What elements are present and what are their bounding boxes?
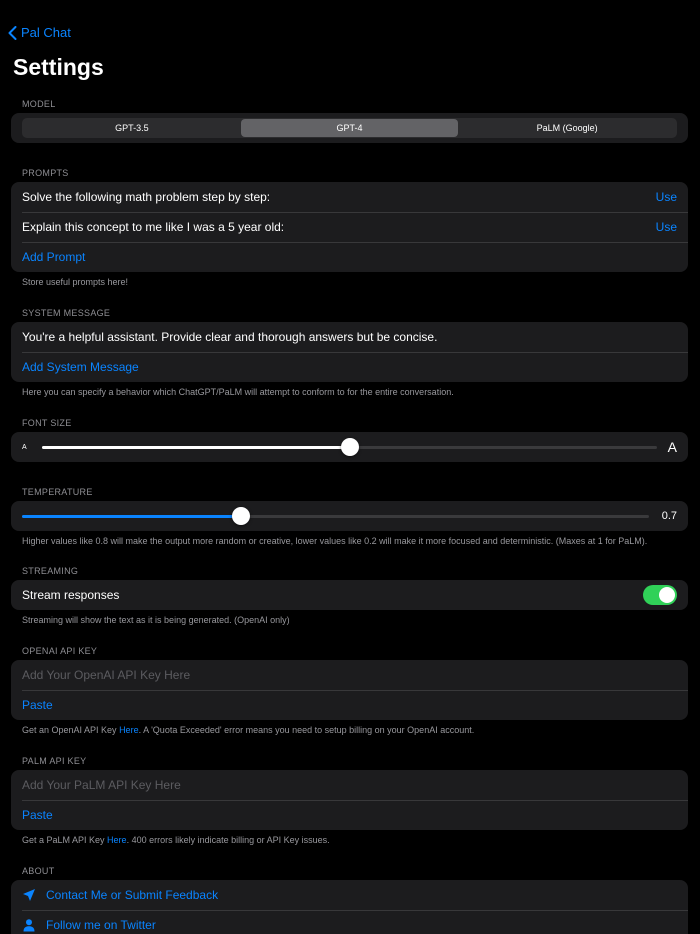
- font-size-slider[interactable]: [42, 438, 657, 456]
- settings-page: Pal Chat Settings MODEL GPT-3.5 GPT-4 Pa…: [0, 0, 700, 934]
- toggle-knob: [659, 587, 675, 603]
- palm-footer-text-end: . 400 errors likely indicate billing or …: [126, 835, 330, 845]
- temperature-group: 0.7: [11, 501, 688, 531]
- prompt-row: Explain this concept to me like I was a …: [11, 212, 688, 242]
- temperature-slider-thumb[interactable]: [232, 507, 251, 525]
- openai-key-field[interactable]: Add Your OpenAI API Key Here: [11, 660, 688, 690]
- back-button[interactable]: Pal Chat: [8, 25, 71, 40]
- prompts-footer: Store useful prompts here!: [22, 277, 129, 287]
- chevron-left-icon: [8, 25, 17, 40]
- palm-paste-button[interactable]: Paste: [22, 808, 677, 822]
- palm-key-group: Add Your PaLM API Key Here Paste: [11, 770, 688, 830]
- openai-footer-text: Get an OpenAI API Key: [22, 725, 120, 735]
- openai-key-link[interactable]: Here: [119, 725, 139, 735]
- palm-key-footer: Get a PaLM API Key Here. 400 errors like…: [22, 835, 330, 845]
- prompt-text: Solve the following math problem step by…: [22, 190, 271, 204]
- use-prompt-button[interactable]: Use: [656, 220, 677, 234]
- contact-feedback-link[interactable]: Contact Me or Submit Feedback: [46, 888, 677, 902]
- palm-key-field[interactable]: Add Your PaLM API Key Here: [11, 770, 688, 800]
- temperature-slider-fill: [22, 514, 242, 518]
- stream-responses-label: Stream responses: [22, 588, 120, 602]
- system-message-section-label: SYSTEM MESSAGE: [22, 308, 111, 318]
- twitter-row[interactable]: Follow me on Twitter: [11, 910, 688, 934]
- font-size-slider-fill: [42, 445, 350, 449]
- streaming-section-label: STREAMING: [22, 566, 79, 576]
- palm-key-link[interactable]: Here: [107, 835, 127, 845]
- add-prompt-button[interactable]: Add Prompt: [22, 250, 677, 264]
- streaming-group: Stream responses: [11, 580, 688, 610]
- prompts-section-label: PROMPTS: [22, 168, 69, 178]
- font-size-section-label: FONT SIZE: [22, 418, 72, 428]
- temperature-value: 0.7: [661, 510, 677, 522]
- font-size-slider-thumb[interactable]: [340, 438, 359, 456]
- back-label: Pal Chat: [21, 25, 71, 40]
- system-message-row[interactable]: You're a helpful assistant. Provide clea…: [11, 322, 688, 352]
- openai-paste-button[interactable]: Paste: [22, 698, 677, 712]
- prompts-group: Solve the following math problem step by…: [11, 182, 688, 272]
- temperature-slider-row: 0.7: [11, 501, 688, 531]
- small-font-glyph: A: [22, 443, 27, 451]
- use-prompt-button[interactable]: Use: [656, 190, 677, 204]
- stream-responses-toggle[interactable]: [643, 585, 677, 605]
- page-title: Settings: [13, 54, 104, 80]
- openai-key-placeholder: Add Your OpenAI API Key Here: [22, 668, 191, 682]
- add-system-message-button[interactable]: Add System Message: [22, 360, 677, 374]
- about-group: Contact Me or Submit Feedback Follow me …: [11, 880, 688, 934]
- twitter-link[interactable]: Follow me on Twitter: [46, 918, 677, 932]
- font-size-slider-row: A A: [11, 432, 688, 462]
- font-size-group: A A: [11, 432, 688, 462]
- model-section-label: MODEL: [22, 99, 56, 109]
- palm-key-section-label: PALM API KEY: [22, 756, 87, 766]
- stream-responses-row: Stream responses: [11, 580, 688, 610]
- large-font-glyph: A: [667, 439, 677, 455]
- temperature-slider[interactable]: [22, 507, 649, 525]
- temperature-section-label: TEMPERATURE: [22, 487, 93, 497]
- add-prompt-row[interactable]: Add Prompt: [11, 242, 688, 272]
- system-message-footer: Here you can specify a behavior which Ch…: [22, 387, 454, 397]
- contact-feedback-row[interactable]: Contact Me or Submit Feedback: [11, 880, 688, 910]
- segment-gpt-4[interactable]: GPT-4: [240, 119, 459, 137]
- add-system-message-row[interactable]: Add System Message: [11, 352, 688, 382]
- palm-key-placeholder: Add Your PaLM API Key Here: [22, 778, 181, 792]
- palm-footer-text: Get a PaLM API Key: [22, 835, 108, 845]
- person-icon: [22, 918, 36, 932]
- system-message-text: You're a helpful assistant. Provide clea…: [22, 330, 438, 344]
- temperature-footer: Higher values like 0.8 will make the out…: [22, 536, 648, 546]
- model-segmented-control: GPT-3.5 GPT-4 PaLM (Google): [22, 118, 677, 138]
- openai-key-footer: Get an OpenAI API Key Here. A 'Quota Exc…: [22, 725, 474, 735]
- openai-key-section-label: OPENAI API KEY: [22, 646, 98, 656]
- palm-paste-row[interactable]: Paste: [11, 800, 688, 830]
- segment-palm-google[interactable]: PaLM (Google): [458, 119, 676, 137]
- openai-key-group: Add Your OpenAI API Key Here Paste: [11, 660, 688, 720]
- segment-gpt-3-5[interactable]: GPT-3.5: [23, 119, 241, 137]
- openai-paste-row[interactable]: Paste: [11, 690, 688, 720]
- paper-plane-icon: [22, 888, 36, 902]
- openai-footer-text-end: . A 'Quota Exceeded' error means you nee…: [138, 725, 475, 735]
- prompt-row: Solve the following math problem step by…: [11, 182, 688, 212]
- about-section-label: ABOUT: [22, 866, 55, 876]
- system-message-group: You're a helpful assistant. Provide clea…: [11, 322, 688, 382]
- streaming-footer: Streaming will show the text as it is be…: [22, 615, 290, 625]
- prompt-text: Explain this concept to me like I was a …: [22, 220, 285, 234]
